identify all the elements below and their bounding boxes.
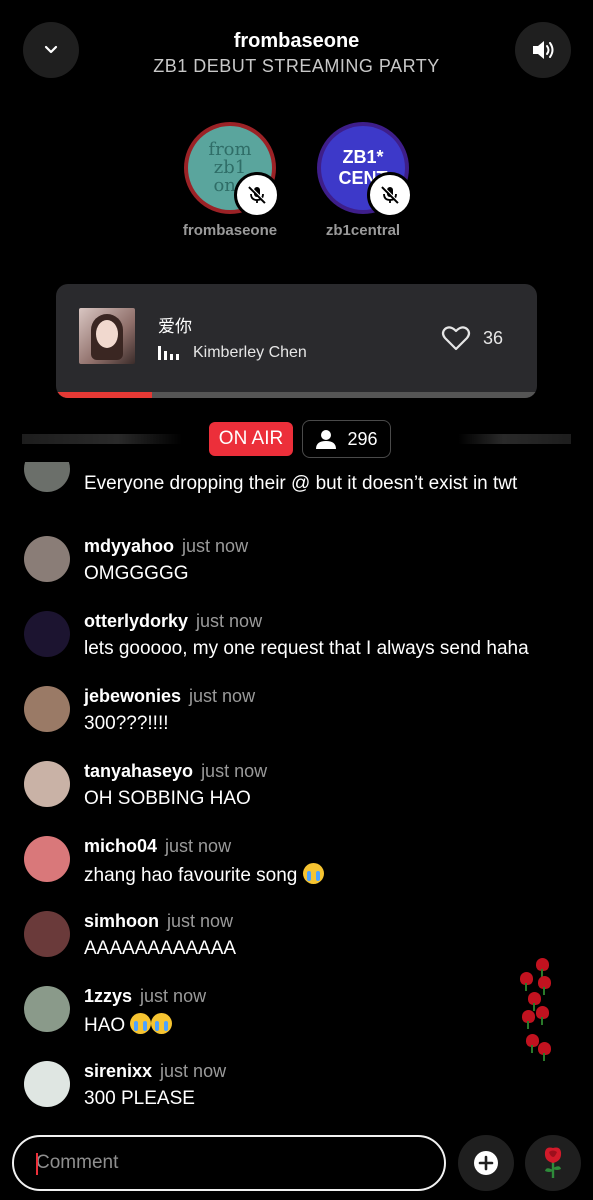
- listener-count: 296: [347, 428, 378, 449]
- song-title: 爱你: [158, 317, 192, 337]
- host-avatar-ring: ZB1* CENT: [317, 122, 413, 218]
- chat-time: just now: [165, 836, 232, 856]
- chat-text: 300 PLEASE: [84, 1088, 195, 1109]
- now-playing-card[interactable]: 爱你 Kimberley Chen 36: [56, 284, 537, 398]
- playback-progress: [56, 392, 537, 398]
- chat-username[interactable]: mdyyahoo: [84, 536, 174, 556]
- avatar[interactable]: [24, 986, 70, 1032]
- text-cursor: [36, 1153, 38, 1175]
- add-button[interactable]: [458, 1135, 514, 1191]
- divider: [22, 434, 182, 444]
- room-title: frombaseone: [233, 30, 360, 52]
- chat-time: just now: [201, 761, 268, 781]
- chat-text: AAAAAAAAAAAA: [84, 938, 237, 959]
- playback-progress-fill: [56, 392, 153, 398]
- person-icon: [316, 430, 337, 449]
- comment-input[interactable]: [36, 1152, 416, 1174]
- like-button[interactable]: 36: [441, 324, 503, 352]
- volume-button[interactable]: [515, 22, 571, 78]
- chat-time: just now: [167, 911, 234, 931]
- host-frombaseone[interactable]: from zb1 one frombaseone: [160, 122, 300, 239]
- chat-username[interactable]: 1zzys: [84, 986, 132, 1006]
- avatar[interactable]: [24, 761, 70, 807]
- like-count: 36: [482, 327, 503, 348]
- chat-time: just now: [160, 1061, 227, 1081]
- plus-icon: [474, 1151, 498, 1175]
- avatar[interactable]: [24, 536, 70, 582]
- rose-icon: [544, 1147, 562, 1178]
- divider: [458, 434, 571, 444]
- avatar[interactable]: [24, 686, 70, 732]
- chat-list[interactable]: Everyone dropping their @ but it doesn’t…: [0, 462, 593, 1122]
- chat-username[interactable]: micho04: [84, 836, 157, 856]
- on-air-badge: ON AIR: [209, 422, 293, 456]
- host-name: frombaseone: [182, 222, 278, 239]
- chat-username[interactable]: jebewonies: [84, 686, 181, 706]
- chat-username[interactable]: otterlydorky: [84, 611, 188, 631]
- room-subtitle: ZB1 DEBUT STREAMING PARTY: [153, 56, 440, 76]
- avatar[interactable]: [24, 462, 70, 492]
- crying-emoji-icon: [151, 1013, 173, 1034]
- host-avatar-ring: from zb1 one: [184, 122, 280, 218]
- crying-emoji-icon: [302, 863, 324, 884]
- crying-emoji-icon: [130, 1013, 152, 1034]
- host-zb1central[interactable]: ZB1* CENT zb1central: [293, 122, 433, 239]
- avatar[interactable]: [24, 611, 70, 657]
- mic-off-icon: [367, 172, 413, 218]
- artist-row: Kimberley Chen: [158, 344, 307, 362]
- chat-text: lets gooooo, my one request that I alway…: [84, 638, 529, 659]
- chat-time: just now: [196, 611, 263, 631]
- chat-text: OH SOBBING HAO: [84, 788, 251, 809]
- host-name: zb1central: [325, 222, 401, 239]
- volume-icon: [533, 41, 554, 59]
- avatar[interactable]: [24, 836, 70, 882]
- chat-text: HAO: [84, 1015, 126, 1036]
- comment-field[interactable]: [12, 1135, 446, 1191]
- chat-time: just now: [182, 536, 249, 556]
- chat-username[interactable]: simhoon: [84, 911, 159, 931]
- chat-username[interactable]: sirenixx: [84, 1061, 152, 1081]
- chat-text: OMGGGGG: [84, 563, 189, 584]
- equalizer-icon: [158, 346, 179, 360]
- heart-icon: [441, 326, 471, 351]
- chat-username[interactable]: tanyahaseyo: [84, 761, 193, 781]
- floating-roses-animation: [516, 958, 558, 1061]
- chat-time: just now: [140, 986, 207, 1006]
- chat-time: just now: [189, 686, 256, 706]
- listener-count-button[interactable]: 296: [302, 420, 391, 458]
- chat-text: zhang hao favourite song: [84, 865, 298, 886]
- album-art: [79, 308, 135, 364]
- artist-name: Kimberley Chen: [193, 344, 307, 361]
- chat-text: 300???!!!!: [84, 713, 169, 734]
- chat-text: Everyone dropping their @ but it doesn’t…: [84, 473, 518, 494]
- avatar[interactable]: [24, 1061, 70, 1107]
- send-rose-button[interactable]: [525, 1135, 581, 1191]
- avatar[interactable]: [24, 911, 70, 957]
- mic-off-icon: [234, 172, 280, 218]
